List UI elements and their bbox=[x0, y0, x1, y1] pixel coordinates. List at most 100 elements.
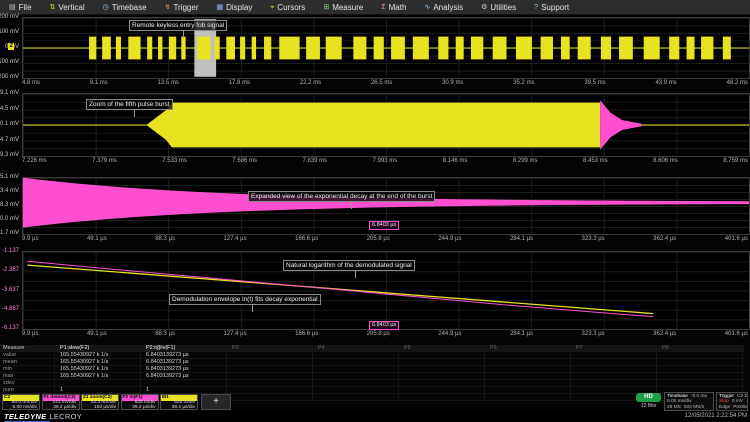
measure-p5-num bbox=[399, 387, 485, 393]
measure-p5-header[interactable]: P5 bbox=[399, 345, 485, 351]
y-axis-label: -300.0 mV bbox=[0, 216, 19, 222]
measure-p5-sdev bbox=[399, 380, 485, 386]
measure-p4-header[interactable]: P4 bbox=[313, 345, 399, 351]
x-axis-label: 401.6 µs bbox=[725, 330, 748, 338]
menu-item-cursors[interactable]: ⌖Cursors bbox=[261, 0, 314, 14]
annotation-zoom-burst[interactable]: Zoom of the fifth pulse burst bbox=[86, 99, 173, 110]
annotation-envelope-fit[interactable]: Demodulation envelope ln(t) fits decay e… bbox=[169, 294, 321, 305]
measure-p1-header[interactable]: P1:slew(F2) bbox=[55, 345, 141, 351]
measure-p1-mean: 165.55430927 k 1/s bbox=[55, 359, 141, 365]
menu-item-utilities[interactable]: ⚙Utilities bbox=[472, 0, 525, 14]
trigger-summary[interactable]: TriggerC2 DC Stop0 mV EdgePositive bbox=[716, 392, 748, 411]
measure-p4-max bbox=[313, 373, 399, 379]
measure-p6-mean bbox=[485, 359, 571, 365]
measure-row-label: value bbox=[0, 352, 55, 358]
measure-row-min: min165.55430927 k 1/s6.8403139273 µs bbox=[0, 366, 744, 373]
x-axis-label: 7.839 ms bbox=[303, 157, 328, 165]
measure-p5-mean bbox=[399, 359, 485, 365]
menu-item-trigger[interactable]: ↯Trigger bbox=[156, 0, 208, 14]
measure-p6-max bbox=[485, 373, 571, 379]
grid3-x-axis: 9.9 µs49.1 µs88.3 µs127.4 µs166.6 µs205.… bbox=[22, 235, 748, 243]
grid4-marker-readout[interactable]: 6.8403 µs bbox=[369, 321, 399, 330]
waveform-grid-log-fit[interactable]: Natural logarithm of the demodulated sig… bbox=[22, 251, 750, 330]
menu-item-timebase[interactable]: ◷Timebase bbox=[94, 0, 156, 14]
descriptor-f2[interactable]: F2 ln(F1)625 m/div39.2 µs/div bbox=[121, 394, 159, 410]
measure-row-label: max bbox=[0, 373, 55, 379]
menu-item-file[interactable]: ▤File bbox=[0, 0, 41, 14]
measure-row-label: mean bbox=[0, 359, 55, 365]
measure-row-mean: mean165.55430927 k 1/s6.8403139273 µs bbox=[0, 359, 744, 366]
measure-row-value: value165.55430927 k 1/s6.8403139273 µs bbox=[0, 352, 744, 359]
measure-p4-mean bbox=[313, 359, 399, 365]
y-axis-label: -0.1 mV bbox=[0, 121, 19, 127]
measure-p7-value bbox=[571, 352, 657, 358]
add-trace-button[interactable]: + bbox=[201, 394, 231, 410]
measure-p1-num: 1 bbox=[55, 387, 141, 393]
timebase-summary[interactable]: Timebase-0.0 ms 5.00 ms/div 25 MS500 MS/… bbox=[664, 392, 714, 411]
annotation-exponential-decay[interactable]: Expanded view of the exponential decay a… bbox=[248, 191, 435, 202]
y-axis-label: -3.637 bbox=[2, 287, 19, 293]
x-axis-label: 17.8 ms bbox=[229, 79, 250, 87]
measure-p6-min bbox=[485, 366, 571, 372]
x-axis-label: 7.686 ms bbox=[232, 157, 257, 165]
menu-item-math[interactable]: Σ Math bbox=[372, 0, 415, 14]
descriptor-f1[interactable]: F1 demod(C2)141 mV/div39.2 µs/div bbox=[42, 394, 80, 410]
menu-item-label: Analysis bbox=[433, 3, 463, 12]
measure-row-label: sdev bbox=[0, 380, 55, 386]
measure-p7-header[interactable]: P7 bbox=[571, 345, 657, 351]
x-axis-label: 205.8 µs bbox=[367, 235, 390, 243]
x-axis-label: 284.1 µs bbox=[510, 330, 533, 338]
descriptor-c2[interactable]: C250.0 mV/div5.00 ms/div bbox=[2, 394, 40, 410]
measure-p8-header[interactable]: P8 bbox=[657, 345, 743, 351]
x-axis-label: 49.1 µs bbox=[87, 330, 107, 338]
measure-p2-value: 6.8403139273 µs bbox=[141, 352, 227, 358]
x-axis-label: 401.6 µs bbox=[725, 235, 748, 243]
y-axis-label: 200 mV bbox=[0, 14, 19, 20]
measure-p5-max bbox=[399, 373, 485, 379]
y-axis-label: 169.1 mV bbox=[0, 90, 19, 96]
descriptor-hscale: 39.2 µs/div bbox=[43, 406, 79, 411]
menu-item-vertical[interactable]: ⇅Vertical bbox=[41, 0, 94, 14]
waveform-grid-decay[interactable]: Expanded view of the exponential decay a… bbox=[22, 177, 750, 235]
math-menu-icon: Σ bbox=[381, 4, 385, 11]
x-axis-label: 7.379 ms bbox=[92, 157, 117, 165]
measure-p6-header[interactable]: P6 bbox=[485, 345, 571, 351]
menu-item-analysis[interactable]: ∿Analysis bbox=[415, 0, 472, 14]
grid2-x-axis: 7.226 ms7.379 ms7.533 ms7.686 ms7.839 ms… bbox=[22, 157, 748, 165]
timebase-samples: 25 MS bbox=[667, 405, 681, 410]
menu-item-support[interactable]: ?Support bbox=[525, 0, 578, 14]
waveform-grid-burst-zoom[interactable]: Zoom of the fifth pulse burst bbox=[22, 93, 750, 157]
measure-p3-mean bbox=[227, 359, 313, 365]
annotation-fob-signal[interactable]: Remote keyless entry fob signal bbox=[129, 20, 227, 31]
x-axis-label: 49.1 µs bbox=[87, 235, 107, 243]
descriptor-m1[interactable]: M1625 m/div39.2 µs/div bbox=[160, 394, 198, 410]
menu-item-display[interactable]: ▦Display bbox=[207, 0, 261, 14]
x-axis-label: 9.9 µs bbox=[22, 235, 38, 243]
annotation-natural-log[interactable]: Natural logarithm of the demodulated sig… bbox=[283, 260, 415, 271]
waveform-grid-rf-bursts[interactable]: Remote keyless entry fob signal 2 bbox=[22, 17, 750, 79]
channel-2-level-marker[interactable]: 2 bbox=[8, 43, 14, 50]
vertical-menu-icon: ⇅ bbox=[50, 4, 56, 11]
measure-p2-header[interactable]: P2:t@lv(F1) bbox=[141, 345, 227, 351]
measure-p3-value bbox=[227, 352, 313, 358]
clock: 12/05/2021 2:22:54 PM bbox=[685, 413, 747, 419]
measure-p3-header[interactable]: P3 bbox=[227, 345, 313, 351]
measure-p5-value bbox=[399, 352, 485, 358]
y-axis-label: 84.5 mV bbox=[0, 106, 19, 112]
x-axis-label: 43.9 ms bbox=[655, 79, 676, 87]
x-axis-label: 7.993 ms bbox=[373, 157, 398, 165]
menu-item-measure[interactable]: ⊞Measure bbox=[314, 0, 372, 14]
menu-bar: ▤File⇅Vertical◷Timebase↯Trigger▦Display⌖… bbox=[0, 0, 750, 15]
measure-table: MeasureP1:slew(F2)P2:t@lv(F1)P3P4P5P6P7P… bbox=[0, 345, 744, 401]
measure-menu-icon: ⊞ bbox=[323, 4, 329, 11]
x-axis-label: 35.2 ms bbox=[513, 79, 534, 87]
menu-item-label: Display bbox=[226, 3, 252, 12]
x-axis-label: 22.2 ms bbox=[300, 79, 321, 87]
grid4-x-axis: 9.9 µs49.1 µs88.3 µs127.4 µs166.6 µs205.… bbox=[22, 330, 748, 338]
measure-p3-num bbox=[227, 387, 313, 393]
descriptor-z1[interactable]: Z1 zoom(C2)42.3 mV/div153 µs/div bbox=[81, 394, 119, 410]
measure-p6-num bbox=[485, 387, 571, 393]
grid3-marker-readout[interactable]: 6.8403 µs bbox=[369, 221, 399, 230]
menu-item-label: Math bbox=[389, 3, 407, 12]
descriptor-hscale: 39.2 µs/div bbox=[161, 406, 197, 411]
